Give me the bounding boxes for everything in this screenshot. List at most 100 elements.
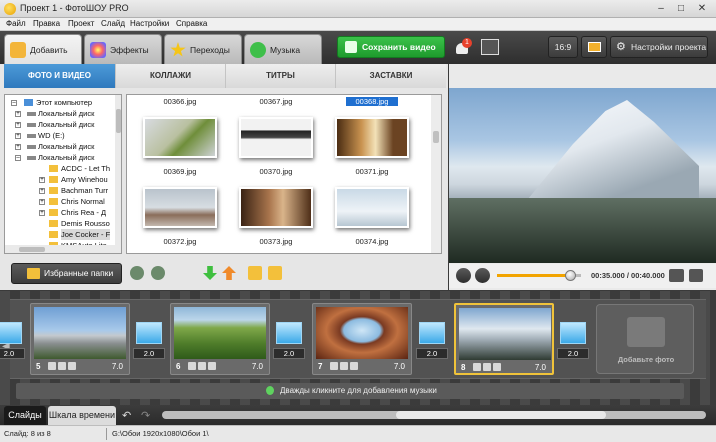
file-caption: 00367.jpg: [259, 97, 293, 106]
slide-duration: 7.0: [111, 362, 123, 371]
fullscreen-icon[interactable]: [689, 269, 703, 282]
playback-progress: [497, 274, 571, 277]
stop-button[interactable]: [475, 268, 490, 283]
file-caption: 00370.jpg: [259, 167, 293, 176]
music-hint: Дважды кликните для добавления музыки: [280, 386, 437, 395]
transition-item[interactable]: 2.0: [273, 320, 305, 360]
folder-icon: [49, 209, 58, 216]
image-settings-icon[interactable]: [481, 39, 499, 55]
slide-item-active[interactable]: 8 7.0: [454, 303, 554, 375]
grid-vertical-scrollbar[interactable]: [431, 95, 441, 253]
media-subtabs: ФОТО И ВИДЕО КОЛЛАЖИ ТИТРЫ ЗАСТАВКИ: [4, 64, 446, 88]
back-icon[interactable]: [130, 266, 144, 280]
drive-icon: [27, 134, 36, 138]
aspect-ratio-button[interactable]: 16:9: [548, 36, 578, 58]
tab-timeline[interactable]: Шкала времени: [48, 406, 116, 425]
display-mode-button[interactable]: [581, 36, 607, 58]
project-settings-button[interactable]: ⚙ Настройки проекта: [610, 36, 708, 58]
redo-icon[interactable]: ↷: [141, 409, 150, 422]
slide-item[interactable]: 5 7.0: [30, 303, 130, 375]
camera-icon[interactable]: [669, 269, 684, 282]
open-folder-icon[interactable]: [268, 266, 282, 280]
maximize-button[interactable]: □: [674, 2, 688, 15]
tab-add-label: Добавить: [30, 45, 68, 55]
tab-slides[interactable]: Слайды: [4, 406, 46, 425]
tree-vertical-scrollbar[interactable]: [115, 95, 121, 245]
close-button[interactable]: ✕: [695, 2, 709, 15]
transition-item[interactable]: 2.0: [557, 320, 589, 360]
slide-thumbnail: [316, 307, 408, 359]
folder-tree: – Этот компьютер + Локальный диск + Лока…: [4, 94, 122, 254]
transition-duration: 2.0: [557, 348, 589, 359]
star-icon: [170, 42, 186, 57]
file-caption: 00369.jpg: [163, 167, 197, 176]
subtab-intros[interactable]: ЗАСТАВКИ: [336, 64, 446, 88]
folder-icon: [49, 220, 58, 227]
slide-item[interactable]: 6 7.0: [170, 303, 270, 375]
folder-icon: [49, 187, 58, 194]
slide-tools[interactable]: [48, 362, 78, 371]
playback-slider[interactable]: [497, 270, 581, 281]
add-folder-icon[interactable]: [248, 266, 262, 280]
storyboard-scrollbar[interactable]: [162, 411, 706, 419]
add-photo-placeholder[interactable]: Добавьте фото: [596, 304, 694, 374]
transition-item[interactable]: 2.0: [416, 320, 448, 360]
preview-image: [449, 88, 716, 263]
menu-slide[interactable]: Слайд: [101, 19, 125, 28]
transition-icon: [0, 322, 22, 344]
menu-file[interactable]: Файл: [6, 19, 26, 28]
play-button[interactable]: [456, 268, 471, 283]
timecode-display: 00:35.000 / 00:40.000: [591, 271, 665, 280]
slide-tools[interactable]: [188, 362, 218, 371]
computer-icon: [24, 99, 33, 106]
music-add-icon: [266, 386, 274, 395]
drive-icon: [27, 145, 36, 149]
subtab-photo-video[interactable]: ФОТО И ВИДЕО: [4, 64, 116, 88]
tab-music[interactable]: Музыка: [244, 34, 322, 64]
minimize-button[interactable]: –: [654, 2, 668, 15]
file-caption: 00374.jpg: [355, 237, 389, 246]
save-video-label: Сохранить видео: [362, 42, 436, 52]
menu-edit[interactable]: Правка: [33, 19, 60, 28]
preview-controls: 00:35.000 / 00:40.000: [449, 264, 716, 288]
slide-item[interactable]: 7 7.0: [312, 303, 412, 375]
tab-transitions[interactable]: Переходы: [164, 34, 242, 64]
tab-add[interactable]: Добавить: [4, 34, 82, 64]
view-switch-bar: Слайды Шкала времени ↶ ↷: [0, 405, 716, 425]
window-title: Проект 1 - ФотоШОУ PRO: [20, 3, 129, 13]
file-caption: 00372.jpg: [163, 237, 197, 246]
subtab-titles[interactable]: ТИТРЫ: [226, 64, 336, 88]
current-path: G:\Обои 1920x1080\Обои 1\: [112, 429, 209, 438]
slide-number: 5: [36, 362, 41, 371]
transition-icon: [560, 322, 586, 344]
transition-icon: [276, 322, 302, 344]
music-note-icon: [250, 42, 266, 58]
status-bar: Слайд: 8 из 8 G:\Обои 1920x1080\Обои 1\: [0, 425, 716, 442]
title-bar: Проект 1 - ФотоШОУ PRO – □ ✕: [0, 0, 716, 18]
forward-icon[interactable]: [151, 266, 165, 280]
menu-bar: Файл Правка Проект Слайд Настройки Справ…: [0, 18, 716, 31]
transition-duration: 2.0: [273, 348, 305, 359]
slide-number: 8: [461, 363, 466, 372]
menu-project[interactable]: Проект: [68, 19, 94, 28]
image-placeholder-icon: [627, 317, 665, 347]
transition-item[interactable]: 2.0: [0, 320, 25, 360]
folder-icon: [49, 176, 58, 183]
favorites-button[interactable]: Избранные папки: [11, 263, 122, 284]
music-track[interactable]: Дважды кликните для добавления музыки: [0, 382, 716, 400]
menu-settings[interactable]: Настройки: [130, 19, 169, 28]
slide-counter: Слайд: 8 из 8: [4, 429, 51, 438]
undo-icon[interactable]: ↶: [122, 409, 131, 422]
menu-help[interactable]: Справка: [176, 19, 207, 28]
tree-horizontal-scrollbar[interactable]: [5, 245, 121, 253]
slide-tools[interactable]: [330, 362, 360, 371]
transition-item[interactable]: 2.0: [133, 320, 165, 360]
tab-effects[interactable]: Эффекты: [84, 34, 162, 64]
subtab-collages[interactable]: КОЛЛАЖИ: [116, 64, 226, 88]
notifications-button[interactable]: 1: [454, 38, 472, 56]
folder-icon: [49, 165, 58, 172]
folder-icon: [49, 198, 58, 205]
playback-knob[interactable]: [564, 270, 576, 281]
save-video-button[interactable]: Сохранить видео: [337, 36, 445, 58]
slide-tools[interactable]: [473, 363, 503, 372]
